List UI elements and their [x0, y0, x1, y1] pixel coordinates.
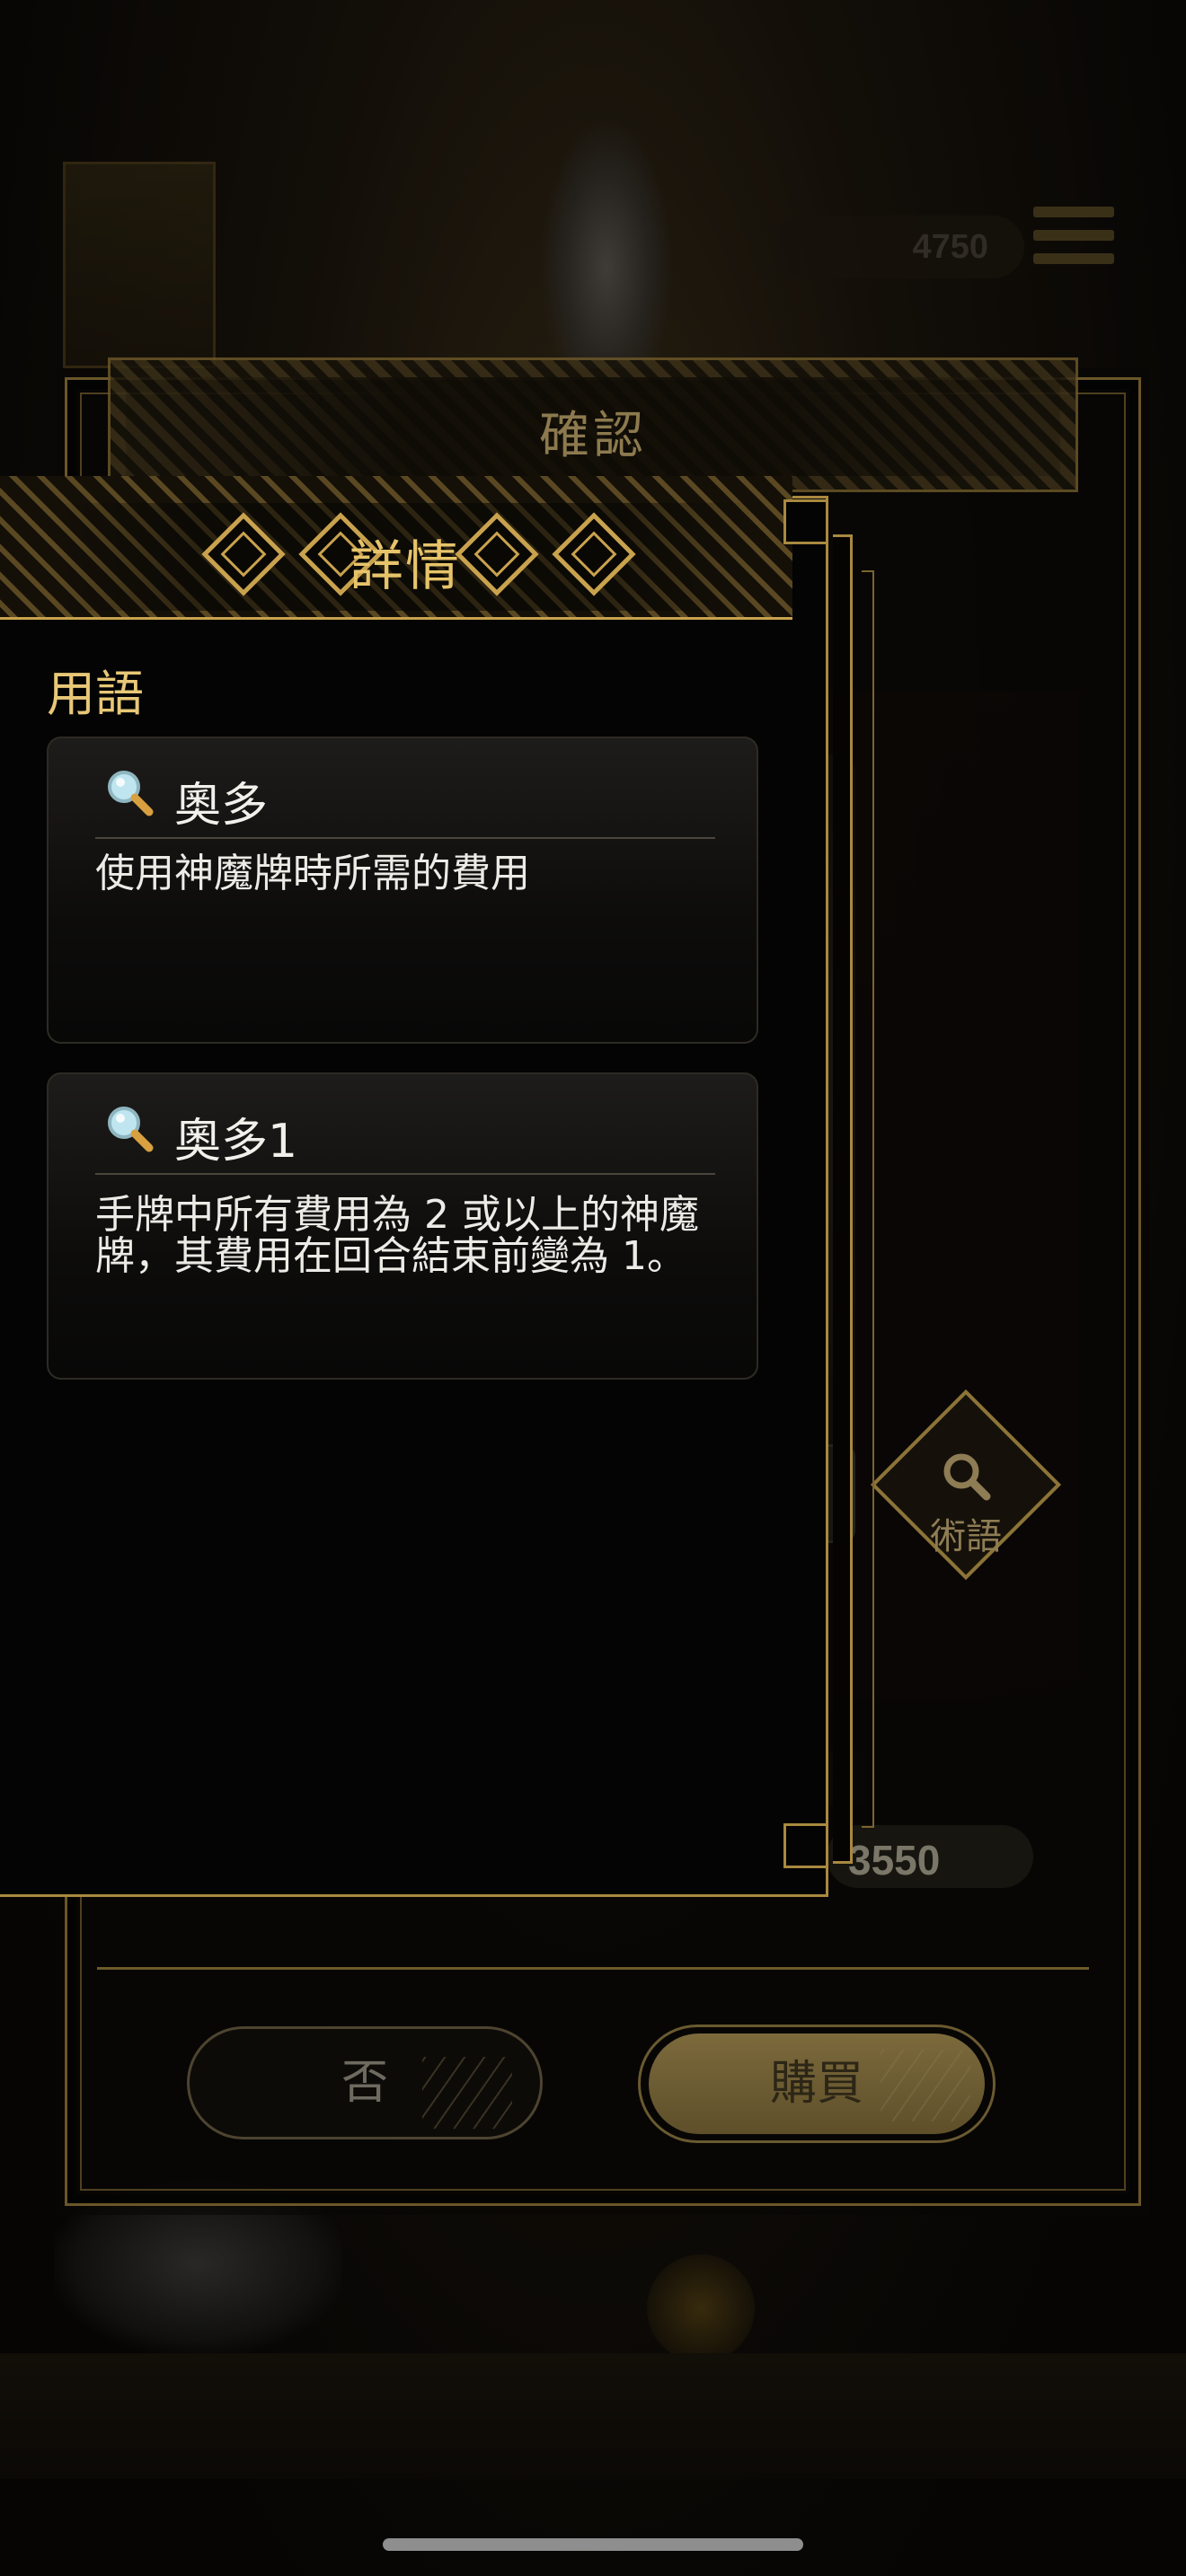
background-orb [647, 2254, 755, 2362]
magnifier-icon [108, 771, 154, 816]
menu-icon [1033, 207, 1114, 278]
term-card: 奧多1 手牌中所有費用為 2 或以上的神魔牌，其費用在回合結束前變為 1。 [47, 1072, 758, 1380]
term-divider [95, 1173, 715, 1175]
section-title: 用語 [47, 666, 144, 722]
term-card: 奧多 使用神魔牌時所需的費用 [47, 737, 758, 1044]
term-name: 奧多1 [174, 1115, 298, 1169]
divider [97, 1967, 1089, 1970]
detail-dialog-title: 詳情 [350, 535, 461, 598]
term-description: 手牌中所有費用為 2 或以上的神魔牌，其費用在回合結束前變為 1。 [95, 1192, 699, 1280]
magnifier-icon [943, 1453, 991, 1501]
screen: 4750 確認 4 術語 需要 1200 持有 4750 3550 否 購買 [0, 0, 1186, 2576]
gem-balance-value: 4750 [912, 228, 988, 266]
term-name: 奧多 [174, 779, 269, 833]
remaining-balance-value: 3550 [848, 1837, 941, 1883]
gem-balance-pill: 4750 [773, 216, 1024, 278]
term-divider [95, 837, 715, 839]
magnifier-icon [108, 1107, 154, 1152]
bottom-nav-bar [0, 2353, 1186, 2479]
home-indicator[interactable] [383, 2538, 803, 2551]
background-crest [539, 117, 674, 368]
player-avatar [63, 162, 216, 368]
confirm-dialog-title: 確認 [539, 407, 647, 465]
glossary-button-label: 術語 [930, 1516, 1002, 1557]
term-description: 使用神魔牌時所需的費用 [95, 851, 530, 896]
